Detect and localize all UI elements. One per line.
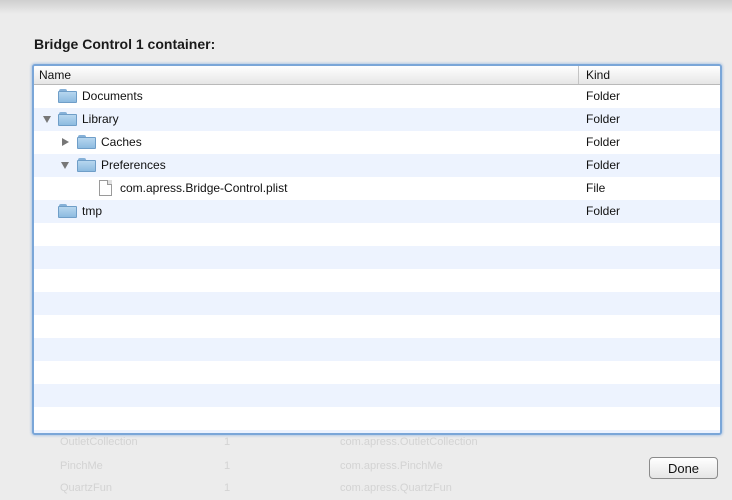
row-kind: Folder xyxy=(586,204,621,218)
background-app-identifier: com.apress.QuartzFun xyxy=(340,482,452,494)
folder-icon xyxy=(58,112,77,126)
row-kind: Folder xyxy=(586,112,621,126)
disclosure-triangle-collapsed-icon[interactable] xyxy=(62,138,69,146)
background-app-version: 1 xyxy=(224,460,231,472)
background-app-name: OutletCollection xyxy=(60,436,138,448)
background-app-identifier: com.apress.PinchMe xyxy=(340,460,443,472)
row-caches[interactable]: Caches Folder xyxy=(34,131,720,154)
done-button[interactable]: Done xyxy=(649,457,718,479)
column-header-bar: Name Kind xyxy=(34,66,720,85)
background-app-version: 1 xyxy=(224,436,231,448)
empty-row xyxy=(34,430,720,433)
row-kind: File xyxy=(586,181,606,195)
row-kind: Folder xyxy=(586,135,621,149)
row-kind: Folder xyxy=(586,158,621,172)
column-header-kind[interactable]: Kind xyxy=(586,68,610,82)
folder-icon xyxy=(58,89,77,103)
disclosure-triangle-expanded-icon[interactable] xyxy=(61,162,69,169)
empty-row xyxy=(34,269,720,292)
column-header-name[interactable]: Name xyxy=(39,68,71,82)
sheet-title: Bridge Control 1 container: xyxy=(34,36,216,52)
row-name: Caches xyxy=(101,135,142,149)
row-kind: Folder xyxy=(586,89,621,103)
empty-row xyxy=(34,292,720,315)
window-top-shade xyxy=(0,0,732,14)
background-row: QuartzFun 1 com.apress.QuartzFun xyxy=(0,482,732,500)
file-list: Documents Folder Library Folder Caches F… xyxy=(34,85,720,433)
background-apps-list: OutletCollection 1 com.apress.OutletColl… xyxy=(0,436,732,499)
row-name: Preferences xyxy=(101,158,166,172)
empty-row xyxy=(34,315,720,338)
empty-row xyxy=(34,338,720,361)
folder-icon xyxy=(77,135,96,149)
background-app-name: QuartzFun xyxy=(60,482,112,494)
row-plist-file[interactable]: com.apress.Bridge-Control.plist File xyxy=(34,177,720,200)
row-preferences[interactable]: Preferences Folder xyxy=(34,154,720,177)
empty-row xyxy=(34,361,720,384)
row-tmp[interactable]: tmp Folder xyxy=(34,200,720,223)
background-row: PinchMe 1 com.apress.PinchMe xyxy=(0,460,732,478)
empty-row xyxy=(34,384,720,407)
disclosure-triangle-expanded-icon[interactable] xyxy=(43,116,51,123)
folder-icon xyxy=(58,204,77,218)
background-app-identifier: com.apress.OutletCollection xyxy=(340,436,478,448)
background-app-version: 1 xyxy=(224,482,231,494)
folder-icon xyxy=(77,158,96,172)
column-divider[interactable] xyxy=(578,66,579,84)
empty-row xyxy=(34,246,720,269)
empty-row xyxy=(34,223,720,246)
row-name: com.apress.Bridge-Control.plist xyxy=(120,181,288,195)
file-icon xyxy=(99,180,112,196)
background-app-name: PinchMe xyxy=(60,460,103,472)
row-documents[interactable]: Documents Folder xyxy=(34,85,720,108)
row-name: Documents xyxy=(82,89,143,103)
empty-row xyxy=(34,407,720,430)
container-file-browser[interactable]: Name Kind Documents Folder Library Folde… xyxy=(32,64,722,435)
row-name: tmp xyxy=(82,204,103,218)
background-row: OutletCollection 1 com.apress.OutletColl… xyxy=(0,436,732,454)
row-library[interactable]: Library Folder xyxy=(34,108,720,131)
row-name: Library xyxy=(82,112,119,126)
